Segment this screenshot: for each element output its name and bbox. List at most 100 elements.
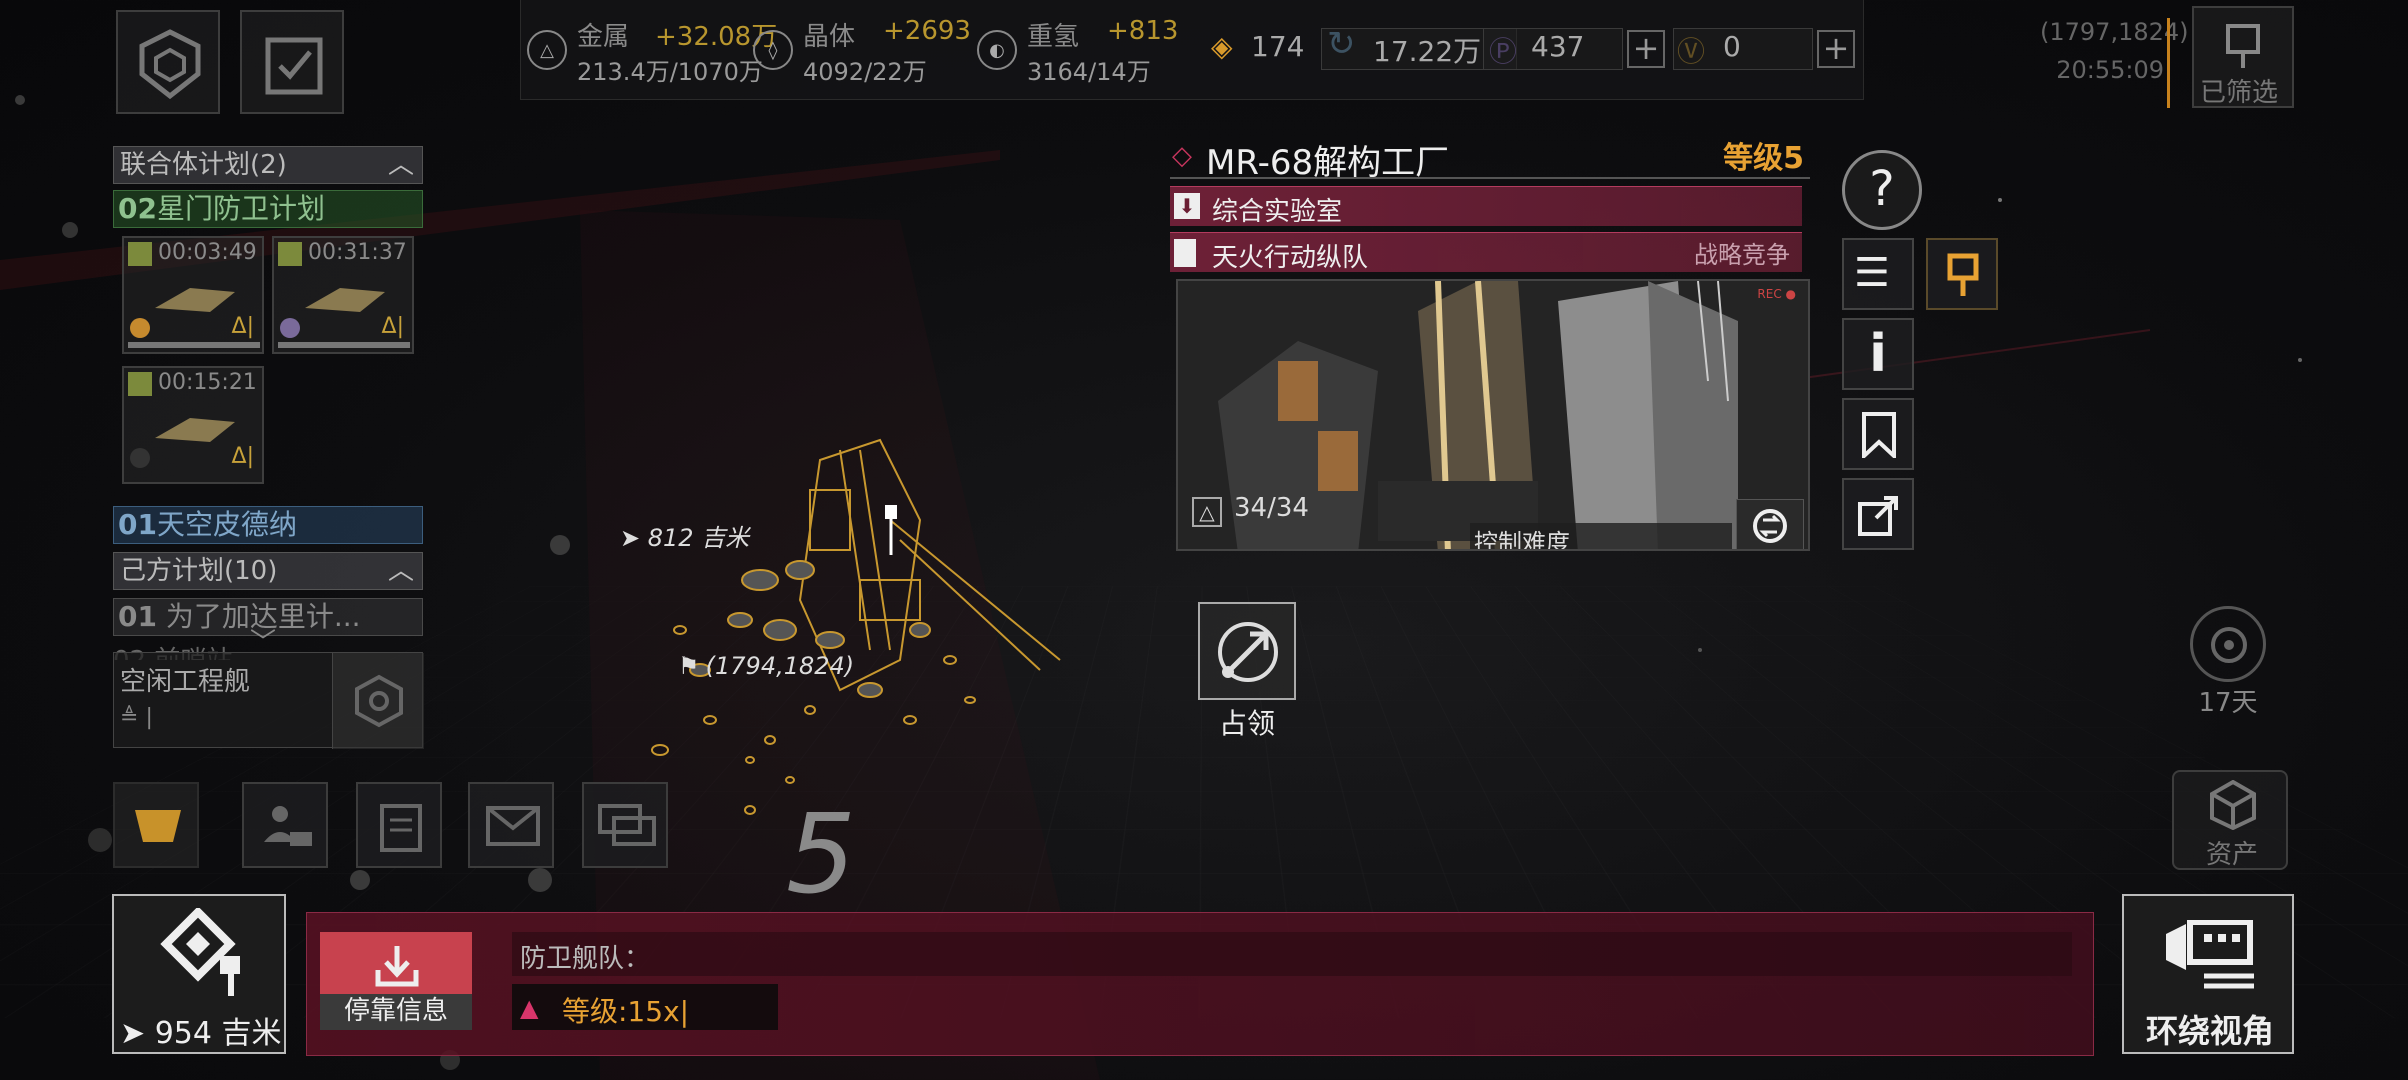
- fleet-filter-button[interactable]: [113, 782, 199, 868]
- home-distance: ➤ 954 吉米: [120, 1016, 282, 1051]
- target-owner: 天火行动纵队: [1212, 243, 1369, 273]
- plan-number: 02: [118, 192, 157, 225]
- personnel-button[interactable]: [242, 782, 328, 868]
- filter-button[interactable]: 已筛选: [2192, 6, 2294, 108]
- resource-bar: △ 金属 +32.08万 213.4万/1070万 ◊ 晶体 +2693 409…: [520, 0, 1864, 100]
- player-coords: (1797,1824): [2040, 18, 2189, 46]
- gold-triangle-icon: ◈: [1211, 30, 1233, 63]
- level-icon: Δ|: [231, 444, 254, 469]
- map-pin-icon: [1947, 253, 1979, 296]
- divider: [2166, 18, 2170, 108]
- camera-orbit-icon: [2166, 920, 2254, 989]
- mark-button[interactable]: [1926, 238, 1998, 310]
- home-base-button[interactable]: ➤ 954 吉米: [112, 894, 286, 1054]
- plan-number: 01: [118, 508, 157, 541]
- download-icon: [375, 946, 419, 987]
- target-type: 综合实验室: [1212, 197, 1343, 227]
- share-button[interactable]: [1842, 478, 1914, 550]
- occupy-button[interactable]: [1198, 602, 1296, 700]
- add-p-token-button[interactable]: +: [1627, 30, 1665, 68]
- level-icon: Δ|: [231, 314, 254, 339]
- metal-icon: △: [527, 30, 567, 70]
- defense-header: 防卫舰队：: [512, 932, 2072, 976]
- target-preview-image[interactable]: REC ● △ 34/34 控制难度: [1176, 279, 1810, 551]
- orbit-view-label: 环绕视角: [2145, 1012, 2274, 1050]
- tasks-button[interactable]: [240, 10, 344, 114]
- bookmark-icon: [1862, 412, 1896, 458]
- switch-view-button[interactable]: [1736, 499, 1804, 549]
- stargate-plan-item[interactable]: 02星门防卫计划: [113, 190, 423, 228]
- idle-engineers-panel[interactable]: 空闲工程舰 ≜ |: [113, 652, 424, 749]
- target-count: 34/34: [1234, 493, 1309, 523]
- own-plans-header[interactable]: 己方计划(10) ︿: [113, 552, 423, 590]
- coord-marker-label: (1794,1824): [705, 652, 855, 680]
- resource-name: 重氢: [1027, 22, 1080, 52]
- orbit-view-button[interactable]: 环绕视角: [2122, 894, 2294, 1054]
- diamond-icon: ◇: [1172, 141, 1192, 171]
- currency-value: 17.22万: [1373, 35, 1482, 68]
- notepad-icon: [380, 804, 422, 852]
- dock-info-label[interactable]: 停靠信息: [320, 994, 472, 1030]
- home-distance-value: 954 吉米: [154, 1016, 282, 1051]
- target-owner-ribbon: 天火行动纵队 战略竞争: [1170, 232, 1802, 273]
- collapse-icon[interactable]: ︿: [388, 147, 414, 183]
- sky-plan-item[interactable]: 01天空皮德纳: [113, 506, 423, 544]
- progress-pie-icon: [130, 318, 150, 338]
- alliance-plans-header[interactable]: 联合体计划(2) ︿: [113, 146, 423, 184]
- days-label: 17天: [2198, 688, 2258, 718]
- list-icon: ☰: [1854, 250, 1890, 296]
- distance-marker-label: 812 吉米: [647, 524, 750, 552]
- fleet-list-button[interactable]: ☰: [1842, 238, 1914, 310]
- progress-pie-icon: [280, 318, 300, 338]
- deuterium-icon: ◐: [977, 30, 1017, 70]
- defense-level-box: ▲ 等级:15x|: [512, 984, 778, 1030]
- fleet-timer-card[interactable]: 00:15:21 Δ|: [122, 366, 264, 484]
- difficulty-bar: 控制难度: [1470, 523, 1732, 549]
- recycle-icon: [2211, 627, 2247, 663]
- question-icon: ?: [1869, 161, 1895, 217]
- own-plans-label: 己方计划(10): [120, 556, 278, 586]
- fleet-timer-card[interactable]: 00:03:49 Δ|: [122, 236, 264, 354]
- alliance-button[interactable]: [116, 10, 220, 114]
- calendar-button[interactable]: [2190, 606, 2266, 682]
- target-type-ribbon: ⬇ 综合实验室: [1170, 186, 1802, 227]
- alliance-plans-label: 联合体计划(2): [120, 150, 287, 180]
- flag-icon: [1174, 239, 1196, 267]
- add-v-token-button[interactable]: +: [1817, 30, 1855, 68]
- bookmark-button[interactable]: [1842, 398, 1914, 470]
- idle-engineers-label: 空闲工程舰: [120, 667, 251, 697]
- mail-button[interactable]: [468, 782, 554, 868]
- gear-ship-icon: [355, 674, 403, 728]
- help-button[interactable]: ?: [1842, 150, 1922, 230]
- fleet-timer-card[interactable]: 00:31:37 Δ|: [272, 236, 414, 354]
- coord-marker: ⚑ (1794,1824): [680, 652, 855, 680]
- plan-number: 01: [118, 600, 157, 633]
- assets-label: 资产: [2205, 840, 2258, 870]
- space-station-structure[interactable]: [640, 400, 1100, 840]
- target-level: 等级5: [1723, 141, 1804, 176]
- info-button[interactable]: i: [1842, 318, 1914, 390]
- chat-bubbles-icon: [598, 804, 656, 846]
- notes-button[interactable]: [356, 782, 442, 868]
- defense-label: 防卫舰队：: [520, 944, 651, 974]
- currency-value: 174: [1251, 30, 1305, 63]
- assets-button[interactable]: 资产: [2172, 770, 2288, 870]
- level-icon: Δ|: [381, 314, 404, 339]
- occupy-target-icon: [1218, 622, 1278, 682]
- plan-label: 星门防卫计划: [156, 192, 325, 225]
- chat-button[interactable]: [582, 782, 668, 868]
- ship-icon: [155, 418, 235, 442]
- currency-value: 0: [1723, 30, 1741, 63]
- engineer-ship-button[interactable]: [332, 653, 424, 749]
- person-chat-icon: [264, 806, 312, 846]
- collapse-icon[interactable]: ︿: [388, 553, 414, 589]
- crystal-icon: ◊: [753, 30, 793, 70]
- divider: [1170, 177, 1810, 179]
- zone-number: 5: [786, 790, 856, 918]
- clipboard-check-icon: [265, 37, 323, 95]
- fleet-tag-icon: [278, 242, 302, 266]
- timer: 00:15:21: [158, 370, 257, 395]
- currency-box[interactable]: [1673, 28, 1813, 70]
- fleet-tag-icon: [128, 242, 152, 266]
- down-arrow-icon: ⬇: [1174, 193, 1200, 219]
